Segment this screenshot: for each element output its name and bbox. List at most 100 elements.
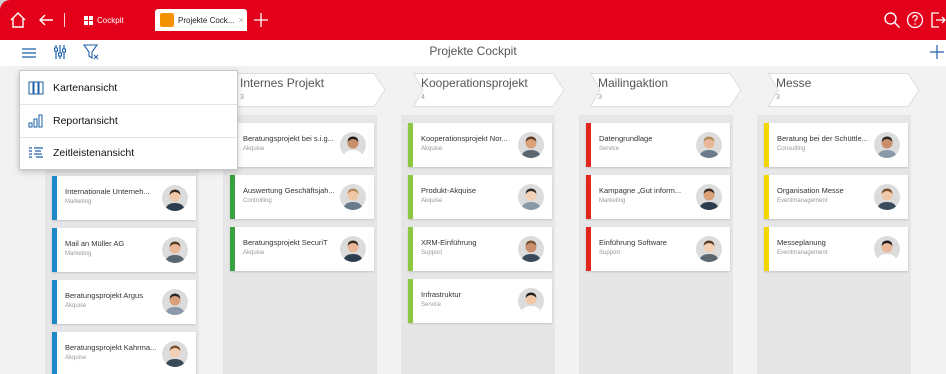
card-title: Messeplanung: [777, 238, 826, 247]
card-subtitle: Eventmanagement: [777, 198, 828, 204]
card-status-bar: [764, 175, 769, 219]
card-title: Beratungsprojekt bei s.i.g...: [243, 134, 334, 143]
card-status-bar: [408, 227, 413, 271]
column-header-kooperationsprojekt[interactable]: Kooperationsprojekt 4: [413, 73, 565, 107]
card-title: Beratungsprojekt Argus: [65, 291, 143, 300]
menu-item-reportansicht[interactable]: Reportansicht: [20, 105, 237, 137]
column-title: Kooperationsprojekt: [421, 76, 528, 90]
column-count: 4: [421, 94, 425, 101]
avatar: [340, 184, 366, 210]
card-title: Beratung bei der Schüttle...: [777, 134, 868, 143]
card-subtitle: Support: [599, 250, 621, 256]
project-card[interactable]: Produkt-Akquise Akquise: [408, 175, 552, 219]
card-subtitle: Akquise: [243, 146, 265, 152]
card-status-bar: [586, 227, 591, 271]
card-status-bar: [408, 279, 413, 323]
back-arrow-icon[interactable]: [36, 10, 56, 30]
avatar: [340, 236, 366, 262]
card-view-icon: [28, 81, 44, 95]
avatar: [874, 236, 900, 262]
card-title: Organisation Messe: [777, 186, 844, 195]
column-header-internes-projekt[interactable]: Internes Projekt 3: [234, 73, 386, 107]
avatar: [518, 288, 544, 314]
view-menu-dropdown: Kartenansicht Reportansicht Zeitleistena…: [19, 70, 238, 170]
tab-close-icon[interactable]: ×: [238, 15, 243, 25]
column-count: 3: [598, 94, 602, 101]
avatar: [162, 185, 188, 211]
avatar: [518, 184, 544, 210]
card-title: Mail an Müller AG: [65, 239, 125, 248]
avatar: [696, 236, 722, 262]
card-subtitle: Marketing: [599, 198, 626, 204]
menu-item-kartenansicht[interactable]: Kartenansicht: [20, 72, 237, 104]
timeline-icon: [29, 147, 43, 158]
card-status-bar: [52, 228, 57, 272]
card-subtitle: Akquise: [65, 303, 87, 309]
project-card[interactable]: XRM-Einführung Support: [408, 227, 552, 271]
project-card[interactable]: Beratung bei der Schüttle... Consulting: [764, 123, 908, 167]
app-window: Cockpit Projekte Cock... × Projekte Cock…: [0, 0, 946, 374]
project-card[interactable]: Messeplanung Eventmanagement: [764, 227, 908, 271]
add-plus-icon[interactable]: [930, 45, 944, 64]
card-title: XRM-Einführung: [421, 238, 477, 247]
card-status-bar: [230, 227, 235, 271]
project-card[interactable]: Kooperationsprojekt Nor... Akquise: [408, 123, 552, 167]
project-card[interactable]: Internationale Unterneh... Marketing: [52, 176, 196, 220]
card-title: Internationale Unterneh...: [65, 187, 150, 196]
card-status-bar: [230, 175, 235, 219]
card-subtitle: Controlling: [243, 198, 272, 204]
column-title: Internes Projekt: [240, 76, 325, 90]
tab-projekte-cockpit[interactable]: Projekte Cock... ×: [155, 9, 247, 31]
tab-cockpit[interactable]: Cockpit: [84, 12, 124, 28]
card-title: Infrastruktur: [421, 290, 462, 299]
avatar: [518, 132, 544, 158]
avatar: [518, 236, 544, 262]
project-card[interactable]: Organisation Messe Eventmanagement: [764, 175, 908, 219]
card-status-bar: [764, 123, 769, 167]
column-title: Messe: [776, 76, 812, 90]
card-subtitle: Service: [421, 302, 442, 308]
card-status-bar: [764, 227, 769, 271]
new-tab-plus-icon[interactable]: [251, 10, 271, 30]
title-bar: Cockpit Projekte Cock... ×: [0, 0, 946, 40]
card-title: Beratungsprojekt SecuriT: [243, 238, 328, 247]
page-title: Projekte Cockpit: [429, 44, 517, 58]
project-card[interactable]: Beratungsprojekt bei s.i.g... Akquise: [230, 123, 374, 167]
card-subtitle: Akquise: [243, 250, 265, 256]
toolbar: Projekte Cockpit: [0, 40, 946, 66]
project-card[interactable]: Mail an Müller AG Marketing: [52, 228, 196, 272]
column-header-messe[interactable]: Messe 3: [768, 73, 920, 107]
column-title: Mailingaktion: [598, 76, 669, 90]
card-subtitle: Akquise: [65, 355, 87, 361]
search-icon[interactable]: [882, 10, 902, 30]
avatar: [696, 132, 722, 158]
card-subtitle: Marketing: [65, 251, 92, 257]
card-title: Kooperationsprojekt Nor...: [421, 134, 508, 143]
card-status-bar: [408, 175, 413, 219]
card-title: Einführung Software: [599, 238, 667, 247]
project-card[interactable]: Einführung Software Support: [586, 227, 730, 271]
card-subtitle: Marketing: [65, 199, 92, 205]
avatar: [696, 184, 722, 210]
menu-item-label: Kartenansicht: [53, 82, 118, 94]
project-card[interactable]: Beratungsprojekt Argus Akquise: [52, 280, 196, 324]
logout-icon[interactable]: [928, 10, 946, 30]
menu-item-zeitleistenansicht[interactable]: Zeitleistenansicht: [20, 137, 237, 169]
card-status-bar: [52, 332, 57, 374]
home-icon[interactable]: [8, 10, 28, 30]
project-card[interactable]: Beratungsprojekt SecuriT Akquise: [230, 227, 374, 271]
tab-active-label: Projekte Cock...: [178, 15, 235, 25]
project-card[interactable]: Infrastruktur Service: [408, 279, 552, 323]
project-card[interactable]: Datengrundlage Service: [586, 123, 730, 167]
project-card[interactable]: Auswertung Geschäftsjah... Controlling: [230, 175, 374, 219]
column-header-mailingaktion[interactable]: Mailingaktion 3: [590, 73, 742, 107]
card-subtitle: Consulting: [777, 146, 806, 152]
card-status-bar: [52, 280, 57, 324]
help-icon[interactable]: [905, 10, 925, 30]
title-divider: [64, 13, 65, 27]
project-card[interactable]: Kampagne „Gut inform... Marketing: [586, 175, 730, 219]
project-card[interactable]: Beratungsprojekt Kahrma... Akquise: [52, 332, 196, 374]
card-title: Produkt-Akquise: [421, 186, 477, 195]
card-subtitle: Akquise: [421, 146, 443, 152]
card-title: Kampagne „Gut inform...: [599, 186, 682, 195]
